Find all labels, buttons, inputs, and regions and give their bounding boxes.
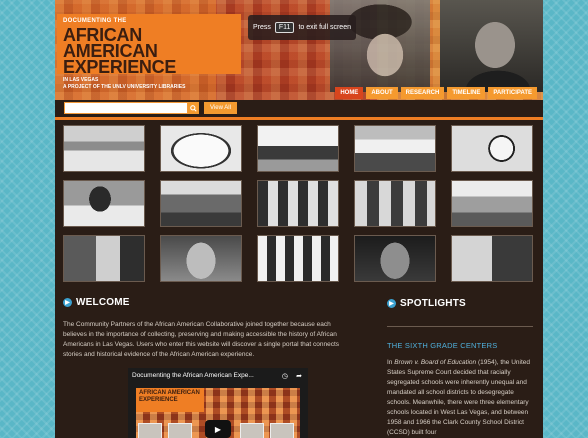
gallery-photo-naacp-seal[interactable] [451,125,533,172]
spotlights-divider [387,326,533,327]
embedded-video[interactable]: AFRICAN AMERICAN EXPERIENCE Documenting … [128,368,308,438]
site-logo[interactable]: DOCUMENTING THE AFRICAN AMERICAN EXPERIE… [57,14,241,90]
gallery-photo-couple[interactable] [451,235,533,282]
gallery-photo-group-women[interactable] [257,180,339,227]
gallery-photo-elder-woman[interactable] [354,235,436,282]
spotlight-text-body: (1954), the United States Supreme Court … [387,359,530,436]
welcome-heading-text: WELCOME [76,297,130,308]
gallery-photo-men-gathering[interactable] [354,180,436,227]
gallery-photo-las-vegas-badge[interactable] [160,125,242,172]
nav-timeline[interactable]: TIMELINE [447,87,486,99]
video-thumb-title-line2: EXPERIENCE [139,396,178,403]
header-photo-man [440,0,543,92]
gallery-photo-building[interactable] [257,125,339,172]
fullscreen-key: F11 [274,22,295,33]
photo-gallery [63,125,535,285]
gallery-photo-kitchen[interactable] [63,235,145,282]
gallery-photo-woman-portrait[interactable] [160,235,242,282]
play-button[interactable]: ▶ [205,420,231,438]
main-nav: HOME ABOUT RESEARCH TIMELINE PARTICIPATE [335,87,537,99]
video-thumb-photo [270,423,294,438]
video-thumb-photo [240,423,264,438]
video-thumb-photo [138,423,162,438]
clock-icon[interactable]: ◷ [282,372,288,380]
gallery-photo-woman-smiling[interactable] [63,180,145,227]
spotlight-case-name: Brown v. Board of Education [394,359,477,366]
arrow-right-icon: ▶ [387,299,396,308]
spotlights-heading-text: SPOTLIGHTS [400,298,466,309]
spotlight-text: In Brown v. Board of Education (1954), t… [387,358,537,438]
gallery-photo-moulin-rouge-sign[interactable] [63,125,145,172]
fullscreen-suffix: to exit full screen [298,24,351,31]
welcome-text: The Community Partners of the African Am… [63,321,340,358]
fullscreen-prefix: Press [253,24,271,31]
header-banner: DOCUMENTING THE AFRICAN AMERICAN EXPERIE… [55,0,543,100]
title-project: A PROJECT OF THE UNLV UNIVERSITY LIBRARI… [63,84,186,90]
search-button[interactable] [188,102,199,114]
title-location: IN LAS VEGAS [63,77,99,83]
gallery-photo-house[interactable] [451,180,533,227]
gallery-photo-church[interactable] [160,180,242,227]
gallery-photo-group-men[interactable] [257,235,339,282]
view-all-button[interactable]: View All [204,102,237,114]
spotlights-heading: ▶ SPOTLIGHTS [387,298,466,309]
search-icon [190,104,197,112]
video-thumb-title: AFRICAN AMERICAN EXPERIENCE [136,388,204,412]
video-thumb-photo [168,423,192,438]
title-top: DOCUMENTING THE [63,18,127,24]
arrow-right-icon: ▶ [63,298,72,307]
nav-research[interactable]: RESEARCH [400,87,445,99]
video-title[interactable]: Documenting the African American Expe... [132,372,254,379]
share-icon[interactable]: ➦ [296,372,302,380]
nav-home[interactable]: HOME [335,87,364,99]
search-input[interactable] [64,102,188,114]
header-divider [55,117,543,120]
site-title-line2: EXPERIENCE [63,57,177,77]
nav-about[interactable]: ABOUT [366,87,398,99]
header-photo-woman [330,0,430,92]
site-title: AFRICAN AMERICAN EXPERIENCE [63,25,235,77]
video-thumb-title-line1: AFRICAN AMERICAN [139,390,200,396]
site-container: DOCUMENTING THE AFRICAN AMERICAN EXPERIE… [55,0,543,438]
gallery-photo-protest-signs[interactable] [354,125,436,172]
site-title-line1: AFRICAN AMERICAN [63,25,158,61]
search-bar: View All [55,100,543,117]
play-icon: ▶ [214,424,222,434]
welcome-heading: ▶ WELCOME [63,297,130,308]
fullscreen-notice: Press F11 to exit full screen [248,15,356,40]
nav-participate[interactable]: PARTICIPATE [488,87,537,99]
spotlight-title[interactable]: THE SIXTH GRADE CENTERS [387,341,497,350]
